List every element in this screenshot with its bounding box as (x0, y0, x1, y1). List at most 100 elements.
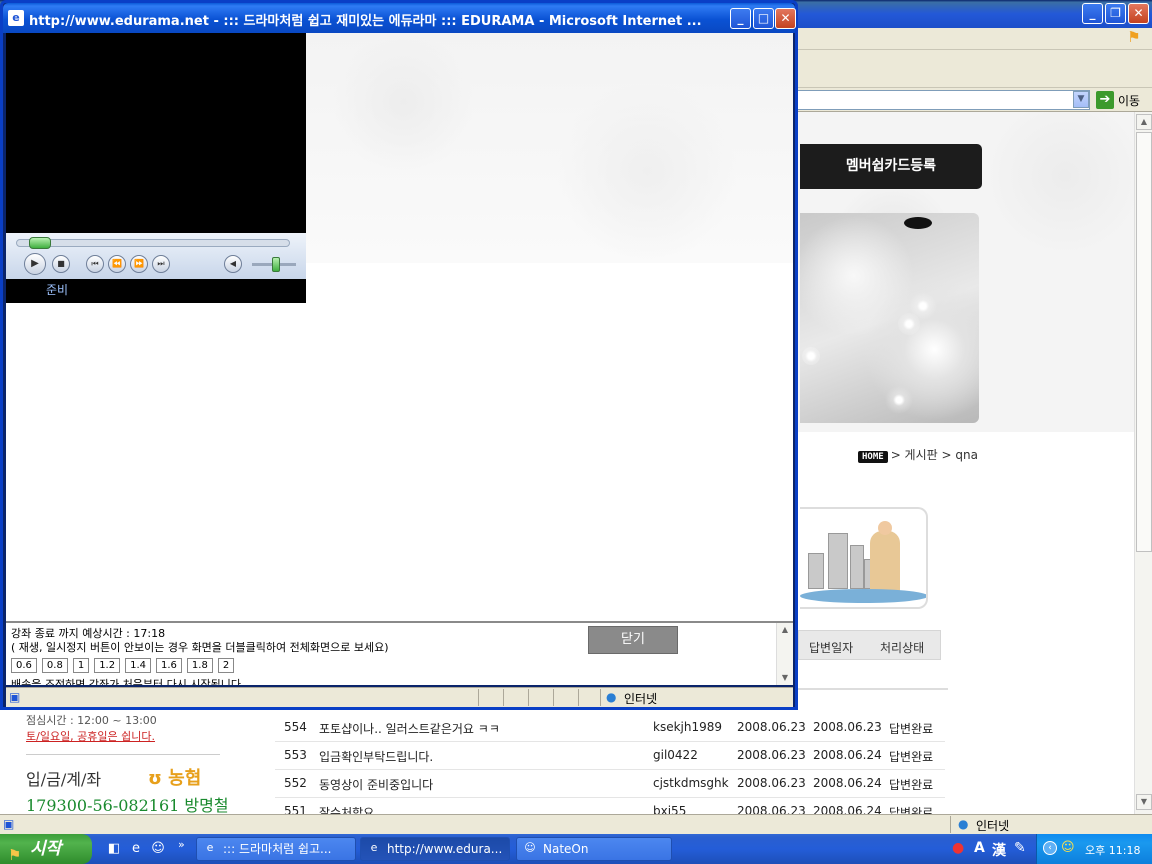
go-arrow-icon[interactable]: ➔ (1096, 91, 1114, 109)
task-button-popup[interactable]: e http://www.edura... (360, 837, 510, 861)
messenger-quicklaunch-icon[interactable]: ☺ (150, 841, 166, 857)
popup-ie-window: e http://www.edurama.net - ::: 드라마처럼 쉽고 … (0, 0, 798, 710)
minimize-button[interactable]: _ (730, 8, 751, 29)
address-input[interactable] (790, 90, 1090, 110)
row-status: 답변완료 (889, 806, 934, 814)
divider (578, 689, 579, 706)
player-controls: ▶ ■ ⏮ ⏪ ⏩ ⏭ ◀ (6, 233, 306, 279)
divider (798, 688, 948, 690)
clock[interactable]: 오후 11:18 (1085, 842, 1140, 858)
fullscreen-hint-text: ( 재생, 일시정지 버튼이 안보이는 경우 화면을 더블클릭하여 전체화면으로… (11, 641, 389, 654)
holiday-note-link[interactable]: 토/일요일, 공휴일은 쉽니다. (26, 728, 155, 744)
row-title-link[interactable]: 동영상이 준비중입니다 (319, 776, 433, 793)
ie-icon: e (8, 10, 24, 26)
video-area[interactable] (6, 33, 306, 233)
speed-button[interactable]: 0.6 (11, 658, 37, 673)
vertical-scrollbar[interactable]: ▲ ▼ (1134, 112, 1152, 814)
deposit-account-label: 입/금/계/좌 (26, 770, 102, 789)
row-number: 553 (284, 748, 307, 762)
banner-image (800, 213, 979, 423)
row-title-link[interactable]: 입금확인부탁드립니다. (319, 748, 433, 765)
close-button[interactable]: ✕ (775, 8, 796, 29)
window-title: http://www.edurama.net - ::: 드라마처럼 쉽고 재미… (29, 14, 702, 29)
restore-button[interactable]: ❐ (1105, 3, 1126, 24)
task-button-nateon[interactable]: ☺ NateOn (516, 837, 672, 861)
membership-card-button[interactable]: 멤버쉽카드등록 (800, 144, 982, 189)
row-answer-date: 2008.06.24 (813, 804, 882, 814)
popup-titlebar[interactable]: e http://www.edurama.net - ::: 드라마처럼 쉽고 … (3, 3, 796, 33)
vertical-scrollbar[interactable]: ▲ ▼ (776, 623, 793, 685)
previous-button[interactable]: ⏮ (86, 255, 104, 273)
row-title-link[interactable]: 잘수처합요 (319, 804, 374, 814)
speed-button[interactable]: 1.2 (94, 658, 121, 673)
speed-button[interactable]: 1.6 (156, 658, 182, 673)
player-status-text: 준비 (6, 279, 306, 301)
ime-toolbar: ● A 漢 ✎ (952, 838, 1036, 860)
table-row[interactable]: 553 입금확인부탁드립니다. gil0422 2008.06.23 2008.… (275, 742, 945, 770)
show-desktop-icon[interactable]: ◧ (106, 841, 122, 857)
row-status: 답변완료 (889, 722, 934, 736)
minimize-button[interactable]: _ (1082, 3, 1103, 24)
go-button-label[interactable]: 이동 (1118, 92, 1140, 109)
globe-icon: ● (958, 817, 969, 831)
nateon-tray-icon[interactable]: ☺ (1061, 840, 1075, 855)
row-date: 2008.06.23 (737, 804, 806, 814)
divider (478, 689, 479, 706)
scroll-down-button[interactable]: ▼ (777, 671, 793, 685)
fast-forward-button[interactable]: ⏩ (130, 255, 148, 273)
address-dropdown-button[interactable]: ▼ (1073, 91, 1089, 108)
nh-bank-logo-text: 농협 (168, 768, 202, 789)
seek-bar[interactable] (16, 239, 290, 247)
globe-icon: ● (606, 690, 617, 704)
row-status: 답변완료 (889, 750, 934, 764)
stop-button[interactable]: ■ (52, 255, 70, 273)
speed-button[interactable]: 1.8 (186, 658, 213, 673)
speed-button[interactable]: 0.8 (41, 658, 68, 673)
speed-button[interactable]: 2 (217, 658, 235, 673)
ime-status-icon[interactable]: ● (952, 840, 964, 856)
volume-thumb[interactable] (271, 257, 280, 272)
speed-button[interactable]: 1 (72, 658, 90, 673)
scroll-up-button[interactable]: ▲ (777, 623, 793, 637)
close-button[interactable]: ✕ (1128, 3, 1149, 24)
row-date: 2008.06.23 (737, 776, 806, 790)
row-answer-date: 2008.06.23 (813, 720, 882, 734)
nh-bank-logo: ʊ 농협 (148, 768, 202, 789)
floral-background (306, 33, 793, 263)
show-hidden-icons-button[interactable]: ‹ (1043, 841, 1057, 855)
task-button-edurama[interactable]: e::: 드라마처럼 쉽고... (196, 837, 356, 861)
table-row[interactable]: 552 동영상이 준비중입니다 cjstkdmsghk 2008.06.23 2… (275, 770, 945, 798)
maximize-button[interactable]: □ (753, 8, 774, 29)
ie-icon: e (370, 841, 378, 854)
row-date: 2008.06.23 (737, 748, 806, 762)
nateon-icon: ☺ (524, 841, 536, 854)
scroll-up-button[interactable]: ▲ (1136, 114, 1152, 130)
mute-speaker-icon[interactable]: ◀ (224, 255, 242, 273)
ime-hanja-toggle[interactable]: 漢 (992, 840, 1006, 860)
ime-language-toggle[interactable]: A (974, 840, 985, 856)
start-button[interactable]: ⚑ 시작 (0, 834, 92, 864)
divider (950, 816, 951, 833)
page-icon: ▣ (9, 690, 21, 704)
play-button[interactable]: ▶ (24, 253, 46, 275)
ime-settings-icon[interactable]: ✎ (1014, 840, 1026, 856)
windows-logo-icon: ⚑ (1127, 28, 1141, 46)
rewind-button[interactable]: ⏪ (108, 255, 126, 273)
close-lecture-button[interactable]: 닫기 (588, 626, 678, 654)
ie-quicklaunch-icon[interactable]: e (128, 841, 144, 857)
row-title-link[interactable]: 포토샵이나.. 일러스트같은거요 ㅋㅋ (319, 720, 500, 737)
header-status: 처리상태 (880, 641, 925, 655)
table-row[interactable]: 551 잘수처합요 bxi55 2008.06.23 2008.06.24 답변… (275, 798, 945, 814)
table-row[interactable]: 554 포토샵이나.. 일러스트같은거요 ㅋㅋ ksekjh1989 2008.… (275, 714, 945, 742)
scroll-thumb[interactable] (1136, 132, 1152, 552)
next-button[interactable]: ⏭ (152, 255, 170, 273)
quicklaunch-more-icon[interactable]: » (178, 838, 185, 851)
account-number: 179300-56-082161 방명철 (26, 796, 229, 814)
media-player: ▶ ■ ⏮ ⏪ ⏩ ⏭ ◀ 준비 (6, 33, 306, 303)
row-date: 2008.06.23 (737, 720, 806, 734)
home-link[interactable]: HOME (858, 451, 888, 463)
scroll-down-button[interactable]: ▼ (1136, 794, 1152, 810)
seek-thumb[interactable] (28, 237, 51, 249)
page-icon: ▣ (3, 817, 15, 831)
speed-button[interactable]: 1.4 (125, 658, 151, 673)
